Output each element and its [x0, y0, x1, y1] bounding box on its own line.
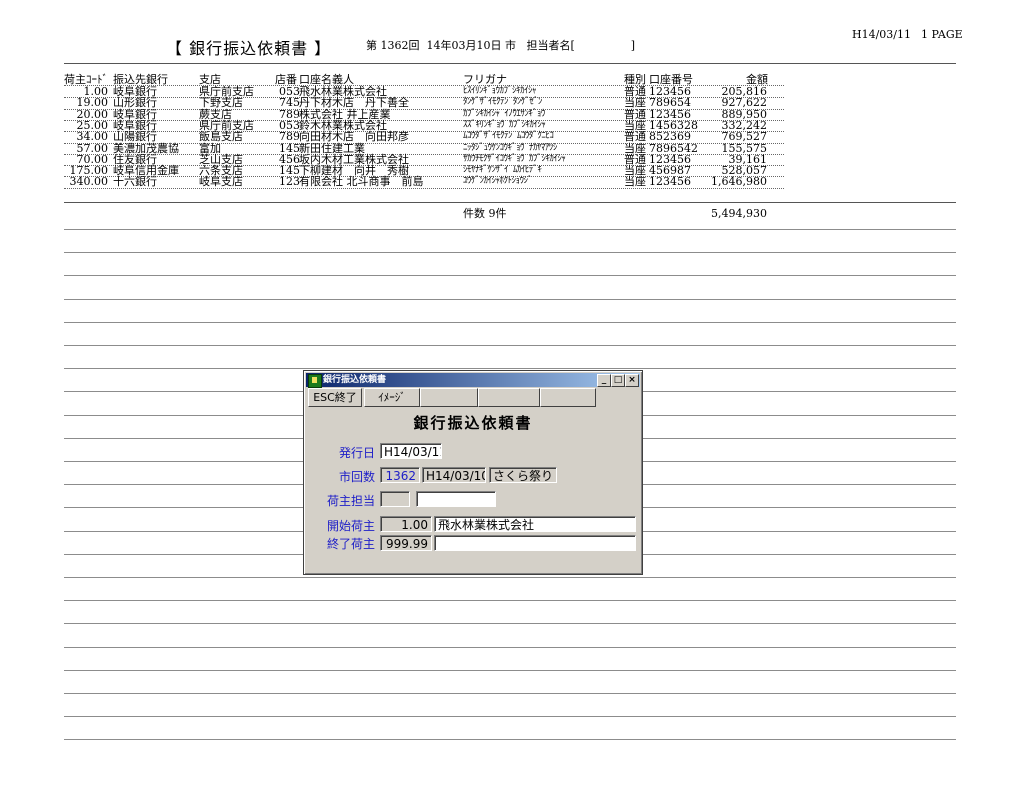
cell-kana: ﾕｳｹﾞﾝｶｲｼｬﾎｸﾄｼｮｳｼﾞ [463, 176, 533, 187]
ruled-line [64, 647, 956, 648]
cell-store: 789 [279, 130, 300, 144]
issue-date-label: 発行日 [338, 446, 375, 460]
cell-kana: ｶﾌﾞｼｷｶｲｼｬ ｲﾉｳｴｻﾝｷﾞｮｳ [463, 108, 545, 119]
col-header-type: 種別 [624, 73, 646, 86]
minimize-button[interactable]: _ [597, 374, 611, 387]
report-date: H14/03/11 [852, 28, 911, 41]
report-page-number: 1 PAGE [921, 28, 963, 41]
cell-amount: 769,527 [721, 130, 768, 144]
ruled-line [64, 739, 956, 740]
image-button[interactable]: ｲﾒｰｼﾞ [364, 388, 420, 407]
col-header-store: 店番 [275, 73, 297, 86]
issue-date-field[interactable]: H14/03/11 [380, 443, 442, 459]
start-owner-name-field: 飛水林業株式会社 [434, 516, 636, 532]
ruled-line [64, 600, 956, 601]
ruled-line [64, 670, 956, 671]
cell-amount: 927,622 [721, 96, 768, 110]
cell-code: 340.00 [69, 175, 109, 189]
round-label: 市回数 [338, 470, 375, 484]
row-separator [64, 187, 784, 189]
maximize-button[interactable]: □ [611, 374, 625, 387]
record-count: 件数 9件 [463, 207, 507, 220]
cell-holder: 有限会社 北斗商事 前島 [299, 175, 424, 189]
ruled-line [64, 577, 956, 578]
cell-branch: 飯島支店 [199, 130, 243, 144]
ruled-line [64, 322, 956, 323]
cell-kana: ｻｶｳﾁﾓｸｻﾞｲｺｳｷﾞｮｳ ｶﾌﾞｼｷｶｲｼｬ [463, 153, 566, 164]
cell-kana: ﾑｺｳﾀﾞｻﾞｲﾓｸﾃﾝ ﾑｺｳﾀﾞｸﾆﾋｺ [463, 131, 554, 142]
toolbar-slot-3[interactable] [420, 388, 478, 407]
cell-holder: 丹下材木店 丹下善全 [299, 96, 409, 110]
end-owner-name-field [434, 535, 636, 551]
start-owner-label: 開始荷主 [326, 519, 375, 533]
toolbar-slot-4[interactable] [478, 388, 540, 407]
cell-bank: 十六銀行 [113, 175, 157, 189]
cell-account: 789654 [649, 96, 691, 110]
owner-staff-label: 荷主担当 [326, 494, 375, 508]
header-rule [64, 63, 956, 64]
cell-code: 19.00 [76, 96, 109, 110]
bank-transfer-dialog: 銀行振込依頼書 _ □ × ESC終了 ｲﾒｰｼﾞ 銀行振込依頼書 発行日 H1… [303, 370, 643, 575]
cell-kana: ﾋｽｲﾘﾝｷﾞｮｳｶﾌﾞｼｷｶｲｼｬ [463, 86, 537, 96]
ruled-line [64, 345, 956, 346]
col-header-account: 口座番号 [649, 73, 693, 86]
ruled-line [64, 299, 956, 300]
cell-amount: 1,646,980 [711, 175, 767, 189]
col-header-branch: 支店 [199, 73, 221, 86]
end-owner-label: 終了荷主 [326, 537, 375, 551]
cell-kana: ｼﾓﾔﾅｷﾞｹﾝｻﾞｲ ﾑｶｲﾋﾃﾞｷ [463, 165, 542, 176]
owner-staff-code-field[interactable] [380, 491, 410, 507]
close-button[interactable]: × [625, 374, 639, 387]
col-header-holder: 口座名義人 [299, 73, 354, 86]
ruled-line [64, 229, 956, 230]
cell-type: 普通 [624, 130, 646, 144]
total-rule [64, 202, 956, 203]
cell-account: 123456 [649, 175, 691, 189]
col-header-amount: 金額 [746, 73, 768, 86]
report-meta: 第 1362回 14年03月10日 市 担当者名[ ] [366, 39, 635, 52]
owner-staff-name-field [416, 491, 496, 507]
cell-code: 34.00 [76, 130, 109, 144]
round-number-field[interactable]: 1362 [380, 467, 420, 483]
cell-store: 123 [279, 175, 300, 189]
ruled-line [64, 368, 956, 369]
ruled-line [64, 252, 956, 253]
total-amount: 5,494,930 [711, 207, 767, 220]
col-header-code: 荷主ｺｰﾄﾞ [64, 73, 108, 86]
esc-exit-button[interactable]: ESC終了 [308, 388, 362, 407]
dialog-titlebar[interactable]: 銀行振込依頼書 _ □ × [306, 373, 640, 388]
cell-kana: ﾀﾝｹﾞｻﾞｲﾓｸﾃﾝ ﾀﾝｹﾞｾﾞﾝ [463, 97, 542, 108]
ruled-line [64, 716, 956, 717]
round-name-field: さくら祭り [489, 467, 557, 483]
cell-type: 当座 [624, 175, 646, 189]
report-title: 【 銀行振込依頼書 】 [166, 39, 332, 58]
cell-type: 当座 [624, 96, 646, 110]
cell-branch: 岐阜支店 [199, 175, 243, 189]
start-owner-code-field[interactable]: 1.00 [380, 516, 432, 532]
ruled-line [64, 275, 956, 276]
cell-bank: 山形銀行 [113, 96, 157, 110]
end-owner-code-field[interactable]: 999.99 [380, 535, 432, 551]
ruled-line [64, 693, 956, 694]
cell-branch: 下野支店 [199, 96, 243, 110]
dialog-heading: 銀行振込依頼書 [413, 414, 533, 432]
ruled-line [64, 623, 956, 624]
col-header-bank: 振込先銀行 [113, 73, 168, 86]
toolbar-slot-5[interactable] [540, 388, 596, 407]
app-icon [308, 374, 322, 388]
cell-kana: ﾆｯﾀｼﾞｭｳｹﾝｺｳｷﾞｮｳ ﾅｶﾔﾏｱﾂｼ [463, 142, 557, 153]
cell-bank: 山陽銀行 [113, 130, 157, 144]
col-header-kana: フリガナ [463, 73, 507, 86]
cell-holder: 向田材木店 向田邦彦 [299, 130, 409, 144]
cell-kana: ｽｽﾞｷﾘﾝｷﾞｮｳ ｶﾌﾞｼｷｶｲｼｬ [463, 119, 546, 130]
cell-account: 852369 [649, 130, 691, 144]
round-date-field: H14/03/10 [422, 467, 486, 483]
dialog-title: 銀行振込依頼書 [323, 375, 387, 385]
cell-store: 745 [279, 96, 300, 110]
